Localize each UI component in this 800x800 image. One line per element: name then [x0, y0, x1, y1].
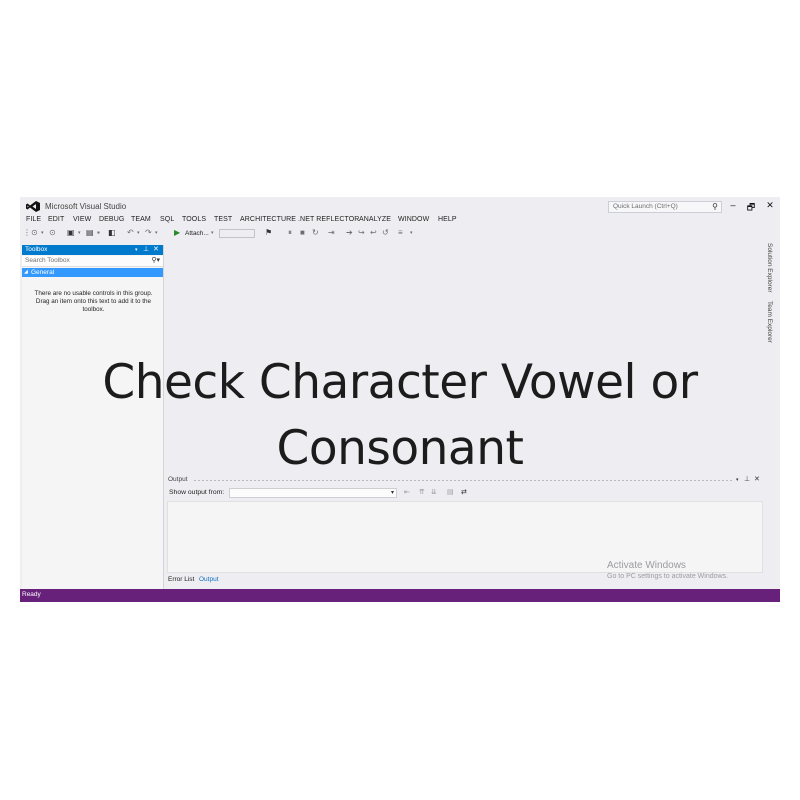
new-project-icon[interactable]: ▣ — [67, 228, 75, 237]
menu-sql[interactable]: SQL — [160, 216, 174, 223]
toolbox-search-placeholder: Search Toolbox — [25, 257, 70, 264]
show-next-statement-icon[interactable]: ⇥ — [328, 228, 335, 237]
menu-net-reflector[interactable]: .NET REFLECTOR — [298, 216, 359, 223]
toolbar-overflow-icon[interactable]: ▾ — [410, 230, 413, 236]
back-dropdown-icon[interactable]: ▾ — [41, 230, 44, 236]
new-project-dropdown-icon[interactable]: ▾ — [78, 230, 81, 236]
overlay-caption-line-1: Check Character Vowel or — [102, 355, 698, 410]
minimize-button[interactable]: – — [727, 200, 739, 210]
step-out-icon[interactable]: ↩ — [370, 228, 377, 237]
overlay-caption: Check Character Vowel or Consonant — [0, 350, 800, 482]
undo-dropdown-icon[interactable]: ▾ — [137, 230, 140, 236]
toolbox-search-input[interactable]: Search Toolbox ⚲▾ — [22, 256, 163, 267]
toolbox-group-label: General — [31, 269, 55, 276]
toolbox-close-icon[interactable]: ✕ — [153, 245, 159, 253]
step-into-icon[interactable]: ➔ — [346, 228, 353, 237]
quick-launch-input[interactable]: Quick Launch (Ctrl+Q) ⚲ — [608, 201, 722, 213]
word-wrap-icon[interactable]: ⇄ — [461, 488, 467, 496]
search-icon: ⚲ — [712, 202, 718, 211]
redo-dropdown-icon[interactable]: ▾ — [155, 230, 158, 236]
save-all-icon[interactable]: ◧ — [108, 228, 116, 237]
step-over-icon[interactable]: ↪ — [358, 228, 365, 237]
menu-window[interactable]: WINDOW — [398, 216, 429, 223]
status-bar: Ready — [20, 589, 780, 602]
toolbox-title: Toolbox — [25, 246, 48, 253]
menu-help[interactable]: HELP — [438, 216, 457, 223]
visual-studio-logo-icon — [26, 201, 40, 212]
toolbox-empty-message: There are no usable controls in this gro… — [34, 290, 153, 313]
standard-toolbar: ⋮ ⊙ ▾ ⊙ ▣ ▾ ▤ ▪ ◧ ↶ ▾ ↷ ▾ ▶ Attach... ▾ … — [20, 227, 420, 241]
redo-icon[interactable]: ↷ — [145, 228, 152, 237]
tab-output[interactable]: Output — [199, 576, 219, 583]
pin-icon[interactable]: ⊥ — [143, 245, 149, 253]
open-file-icon[interactable]: ▤ — [86, 228, 94, 237]
menu-analyze[interactable]: ANALYZE — [359, 216, 391, 223]
toolbox-header: Toolbox ▾ ⊥ ✕ — [22, 245, 163, 255]
find-in-files-icon[interactable]: ⚑ — [265, 228, 272, 237]
menu-bar: FILE EDIT VIEW DEBUG TEAM SQL TOOLS TEST… — [20, 215, 780, 226]
navigate-back-icon[interactable]: ⊙ — [31, 228, 38, 237]
activate-windows-watermark: Activate Windows Go to PC settings to ac… — [607, 560, 728, 580]
undo-icon[interactable]: ↶ — [127, 228, 134, 237]
start-icon[interactable]: ▶ — [174, 228, 180, 237]
attach-dropdown-icon[interactable]: ▾ — [211, 230, 214, 236]
menu-debug[interactable]: DEBUG — [99, 216, 124, 223]
restore-button[interactable]: 🗗 — [745, 200, 757, 216]
toolbox-group-general[interactable]: ◢ General — [22, 268, 163, 277]
toolbox-options-icon[interactable]: ▾ — [135, 247, 138, 253]
menu-view[interactable]: VIEW — [73, 216, 91, 223]
title-bar: Microsoft Visual Studio Quick Launch (Ct… — [20, 197, 780, 215]
menu-test[interactable]: TEST — [214, 216, 232, 223]
chevron-down-icon: ▾ — [390, 490, 394, 496]
tab-solution-explorer[interactable]: Solution Explorer — [766, 243, 773, 293]
expand-triangle-icon: ◢ — [24, 269, 28, 275]
restart-icon[interactable]: ↻ — [312, 228, 319, 237]
menu-edit[interactable]: EDIT — [48, 216, 64, 223]
menu-tools[interactable]: TOOLS — [182, 216, 206, 223]
menu-team[interactable]: TEAM — [131, 216, 151, 223]
show-output-from-label: Show output from: — [169, 489, 225, 496]
quick-launch-placeholder: Quick Launch (Ctrl+Q) — [613, 203, 678, 210]
step-back-icon[interactable]: ↺ — [382, 228, 389, 237]
close-button[interactable]: ✕ — [764, 200, 776, 211]
pause-icon[interactable]: ⏸ — [288, 228, 292, 238]
overlay-caption-line-2: Consonant — [276, 421, 524, 476]
comment-icon[interactable]: ≡ — [398, 228, 403, 237]
clear-all-icon[interactable]: ▤ — [447, 488, 454, 496]
solution-config-combo[interactable] — [219, 229, 255, 238]
status-text: Ready — [22, 591, 41, 598]
app-title: Microsoft Visual Studio — [45, 202, 127, 211]
tab-team-explorer[interactable]: Team Explorer — [766, 301, 773, 343]
previous-message-icon[interactable]: ⇈ — [419, 488, 425, 496]
navigate-forward-icon[interactable]: ⊙ — [49, 228, 56, 237]
attach-button[interactable]: Attach... — [185, 230, 209, 237]
menu-file[interactable]: FILE — [26, 216, 41, 223]
search-icon: ⚲▾ — [151, 257, 160, 264]
save-icon[interactable]: ▪ — [97, 228, 100, 237]
activate-windows-hint: Go to PC settings to activate Windows. — [607, 573, 728, 580]
find-message-icon[interactable]: ⇤ — [404, 488, 410, 496]
show-output-from-select[interactable]: ▾ — [229, 488, 397, 498]
activate-windows-title: Activate Windows — [607, 560, 686, 571]
tab-error-list[interactable]: Error List — [168, 576, 194, 583]
next-message-icon[interactable]: ⇊ — [431, 488, 437, 496]
stop-icon[interactable]: ■ — [300, 228, 305, 237]
menu-architecture[interactable]: ARCHITECTURE — [240, 216, 296, 223]
side-tab-strip: Solution Explorer Team Explorer — [764, 243, 778, 353]
toolbar-grip-icon: ⋮ — [23, 228, 31, 237]
